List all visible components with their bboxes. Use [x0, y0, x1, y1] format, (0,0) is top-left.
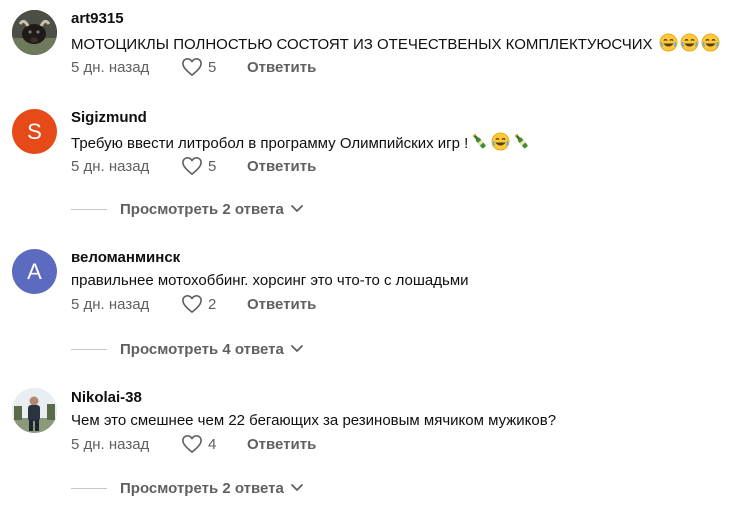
chevron-down-icon — [290, 205, 303, 212]
laughing-emoji-icon — [659, 33, 678, 56]
reply-button[interactable]: Ответить — [247, 296, 316, 313]
comment-text: правильнее мотохоббинг. хорсинг это что-… — [71, 272, 469, 289]
view-replies-button[interactable]: Просмотреть 2 ответа — [71, 476, 304, 500]
comment-text-content: Требую ввести литробол в программу Олимп… — [71, 135, 469, 152]
replies-divider — [71, 348, 107, 350]
avatar[interactable]: A — [12, 249, 57, 294]
avatar[interactable] — [12, 10, 57, 55]
view-replies-button[interactable]: Просмотреть 2 ответа — [71, 197, 304, 221]
reply-button[interactable]: Ответить — [247, 59, 316, 76]
comment-author[interactable]: art9315 — [71, 10, 124, 27]
comment-time: 5 дн. назад — [71, 295, 150, 313]
comment-meta: 5 дн. назад 5 Ответить — [71, 155, 316, 177]
comment-time: 5 дн. назад — [71, 435, 150, 453]
reply-button[interactable]: Ответить — [247, 436, 316, 453]
comment-text: Чем это смешнее чем 22 бегающих за резин… — [71, 412, 557, 429]
comment-time: 5 дн. назад — [71, 157, 150, 175]
avatar-letter: S — [27, 118, 42, 144]
laughing-emoji-icon — [680, 33, 699, 56]
heart-icon — [182, 58, 202, 76]
replies-divider — [71, 487, 107, 489]
comment-time: 5 дн. назад — [71, 58, 150, 76]
comment-meta: 5 дн. назад 5 Ответить — [71, 56, 316, 78]
view-replies-label: Просмотреть 4 ответа — [120, 340, 284, 358]
like-count: 5 — [208, 58, 217, 76]
like-count: 2 — [208, 295, 217, 313]
bottle-emoji-icon — [470, 132, 489, 155]
view-replies-label: Просмотреть 2 ответа — [120, 200, 284, 218]
comment-text: Требую ввести литробол в программу Олимп… — [71, 132, 531, 155]
comment-text-content: МОТОЦИКЛЫ ПОЛНОСТЬЮ СОСТОЯТ ИЗ ОТЕЧЕСТВЕ… — [71, 36, 653, 53]
avatar[interactable] — [12, 388, 57, 433]
like-button[interactable]: 2 — [181, 294, 238, 314]
avatar-letter: A — [27, 258, 42, 284]
reply-button[interactable]: Ответить — [247, 158, 316, 175]
comment-author[interactable]: Sigizmund — [71, 109, 147, 126]
comment-author[interactable]: веломанминск — [71, 249, 180, 266]
comment-author[interactable]: Nikolai-38 — [71, 389, 142, 406]
replies-divider — [71, 208, 107, 210]
person-photo-icon — [12, 388, 57, 433]
comment-meta: 5 дн. назад 2 Ответить — [71, 293, 316, 315]
laughing-emoji-icon — [491, 132, 510, 155]
bottle-emoji-icon — [512, 132, 531, 155]
like-button[interactable]: 5 — [181, 57, 238, 77]
view-replies-button[interactable]: Просмотреть 4 ответа — [71, 337, 304, 361]
avatar[interactable]: S — [12, 109, 57, 154]
bull-photo-icon — [12, 10, 57, 55]
view-replies-label: Просмотреть 2 ответа — [120, 479, 284, 497]
laughing-emoji-icon — [701, 33, 720, 56]
chevron-down-icon — [290, 484, 303, 491]
comment-meta: 5 дн. назад 4 Ответить — [71, 433, 316, 455]
heart-icon — [182, 295, 202, 313]
comment-text: МОТОЦИКЛЫ ПОЛНОСТЬЮ СОСТОЯТ ИЗ ОТЕЧЕСТВЕ… — [71, 33, 720, 56]
like-button[interactable]: 4 — [181, 434, 238, 454]
like-count: 5 — [208, 157, 217, 175]
heart-icon — [182, 435, 202, 453]
chevron-down-icon — [290, 345, 303, 352]
like-count: 4 — [208, 435, 217, 453]
heart-icon — [182, 157, 202, 175]
like-button[interactable]: 5 — [181, 156, 238, 176]
